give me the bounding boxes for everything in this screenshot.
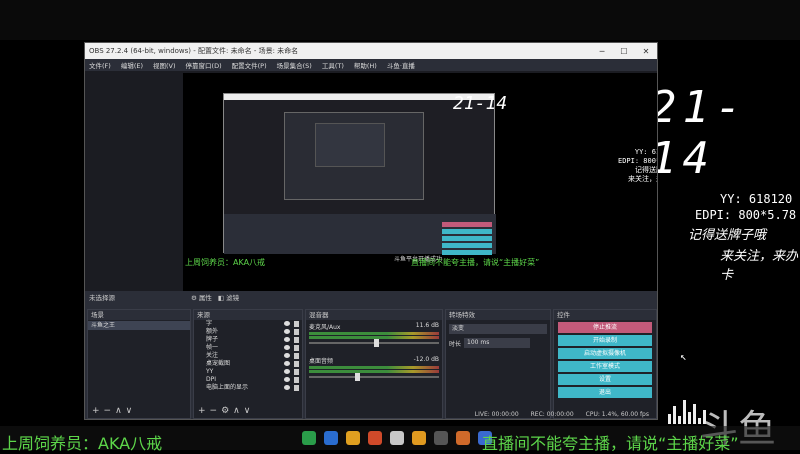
start-recording-button[interactable]: 开始录制 [558, 335, 652, 346]
mixer-title: 混音器 [306, 310, 442, 320]
window-titlebar: OBS 27.2.4 (64-bit, windows) - 配置文件: 未命名… [85, 43, 657, 59]
obs-icon[interactable] [434, 431, 448, 445]
mixer-channel-desktop: 桌面音频 -12.0 dB [309, 356, 439, 365]
background-top [0, 0, 800, 40]
controls-title: 控件 [554, 310, 656, 320]
menu-help[interactable]: 帮助(H) [354, 60, 377, 70]
menu-edit[interactable]: 编辑(E) [121, 60, 143, 70]
studio-mode-button[interactable]: 工作室模式 [558, 361, 652, 372]
menu-profile[interactable]: 配置文件(P) [232, 60, 267, 70]
mouse-cursor-icon: ↖ [680, 350, 687, 363]
stop-streaming-button[interactable]: 停止推流 [558, 322, 652, 333]
source-item[interactable]: 桌宠截图 [194, 360, 302, 368]
menu-tools[interactable]: 工具(T) [322, 60, 344, 70]
menu-docks[interactable]: 停靠窗口(D) [186, 60, 222, 70]
menu-douyu[interactable]: 斗鱼·直播 [387, 60, 415, 70]
window-title: OBS 27.2.4 (64-bit, windows) - 配置文件: 未命名… [89, 47, 299, 55]
minimize-button[interactable]: ─ [591, 47, 613, 56]
close-button[interactable]: ✕ [635, 47, 657, 56]
source-item[interactable]: 牌子 [194, 336, 302, 344]
audio-meter [309, 370, 439, 373]
nested-clock: 21-14 [453, 93, 508, 114]
nested-obs-preview-3 [315, 123, 385, 167]
menu-bar: 文件(F) 编辑(E) 视图(V) 停靠窗口(D) 配置文件(P) 场景集合(S… [85, 59, 657, 71]
rec-status: REC: 00:00:00 [530, 410, 574, 418]
transition-duration: 时长 100 ms [446, 338, 550, 348]
nested-obs-preview-2 [284, 112, 424, 200]
settings-button[interactable]: 设置 [558, 374, 652, 385]
source-item[interactable]: DPI [194, 376, 302, 384]
exit-button[interactable]: 退出 [558, 387, 652, 398]
taskbar-app-icon[interactable] [412, 431, 426, 445]
chrome-icon[interactable] [368, 431, 382, 445]
overlay-clock: 21-14 [650, 82, 748, 184]
overlay-handwriting-1: 记得送牌子哦 [688, 228, 767, 243]
controls-dock: 控件 停止推流 开始录制 启动虚拟摄像机 工作室模式 设置 退出 [553, 309, 657, 419]
scenes-dock: 场景 斗鱼之王 +−∧∨ [87, 309, 191, 419]
nested-stats: YY: 618120 EDPI: 800*5.78 记得送牌子哦 来关注，来办卡 [618, 148, 657, 183]
source-item[interactable]: 关注 [194, 352, 302, 360]
source-item[interactable]: 帧一 [194, 344, 302, 352]
taskbar-app-icon[interactable] [390, 431, 404, 445]
nested-subtitle-right: 直播间不能夸主播，请说“主播好菜” [411, 258, 540, 267]
taskbar-app-icon[interactable] [324, 431, 338, 445]
transitions-dock: 转场特效 淡变 时长 100 ms [445, 309, 551, 419]
maximize-button[interactable]: ☐ [613, 47, 635, 56]
menu-view[interactable]: 视图(V) [153, 60, 176, 70]
taskbar-icons [302, 431, 492, 445]
properties-label: 属性 [198, 294, 212, 302]
nested-subtitle-left: 上周饲养员：AKA八戒 [185, 258, 266, 267]
preview-canvas[interactable]: 斗鱼平台开播成功 21-14 YY: 618120 EDPI: 800*5.78… [183, 73, 657, 323]
status-bar: LIVE: 00:00:00 REC: 00:00:00 CPU: 1.4%, … [85, 409, 657, 419]
volume-slider[interactable] [309, 373, 439, 381]
source-item[interactable]: YY [194, 368, 302, 376]
preview-area[interactable]: 斗鱼平台开播成功 21-14 YY: 618120 EDPI: 800*5.78… [85, 71, 657, 323]
taskbar-app-icon[interactable] [346, 431, 360, 445]
nested-obs-preview: 斗鱼平台开播成功 [223, 93, 496, 263]
menu-file[interactable]: 文件(F) [89, 60, 111, 70]
source-item[interactable]: 字 [194, 320, 302, 328]
subtitle-right: 直播间不能夸主播，请说“主播好菜” [482, 434, 739, 453]
duration-label: 时长 [449, 340, 462, 348]
menu-scene-collection[interactable]: 场景集合(S) [277, 60, 312, 70]
obs-window: OBS 27.2.4 (64-bit, windows) - 配置文件: 未命名… [84, 42, 658, 420]
taskbar-app-icon[interactable] [456, 431, 470, 445]
overlay-handwriting-2: 来关注，来办卡 [720, 249, 799, 283]
virtual-camera-button[interactable]: 启动虚拟摄像机 [558, 348, 652, 359]
live-status: LIVE: 00:00:00 [474, 410, 519, 418]
source-toolbar: 未选择源 ⚙ 属性 ◧ 滤镜 [85, 291, 657, 303]
duration-input[interactable]: 100 ms [464, 338, 531, 348]
cpu-status: CPU: 1.4%, 60.00 fps [585, 410, 649, 418]
sources-dock: 来源 字 额外 牌子 帧一 关注 桌宠截图 YY DPI 电脑上面的显示 +−⚙… [193, 309, 303, 419]
audio-meter [309, 366, 439, 369]
sources-title: 来源 [194, 310, 302, 320]
source-item[interactable]: 额外 [194, 328, 302, 336]
transition-select[interactable]: 淡变 [449, 324, 547, 334]
properties-button[interactable]: ⚙ 属性 [191, 292, 212, 302]
mixer-dock: 混音器 麦克风/Aux 11.6 dB 桌面音频 -12.0 dB [305, 309, 443, 419]
taskbar-app-icon[interactable] [302, 431, 316, 445]
mixer-channel-mic: 麦克风/Aux 11.6 dB [309, 322, 439, 331]
source-item[interactable]: 电脑上面的显示 [194, 384, 302, 392]
scene-item[interactable]: 斗鱼之王 [88, 321, 190, 330]
audio-meter [309, 332, 439, 335]
docks-area: 未选择源 ⚙ 属性 ◧ 滤镜 场景 斗鱼之王 +−∧∨ 来源 字 额外 牌子 帧… [85, 291, 657, 419]
volume-slider[interactable] [309, 339, 439, 347]
transitions-title: 转场特效 [446, 310, 550, 320]
overlay-yy: YY: 618120 [720, 192, 793, 206]
subtitle-left: 上周饲养员：AKA八戒 [2, 434, 163, 453]
nested-controls [442, 222, 492, 255]
filters-label: 滤镜 [226, 294, 240, 302]
filters-button[interactable]: ◧ 滤镜 [218, 292, 239, 302]
overlay-edpi: EDPI: 800*5.78 [695, 208, 797, 222]
scenes-title: 场景 [88, 310, 190, 320]
no-source-selected-label: 未选择源 [89, 294, 115, 302]
